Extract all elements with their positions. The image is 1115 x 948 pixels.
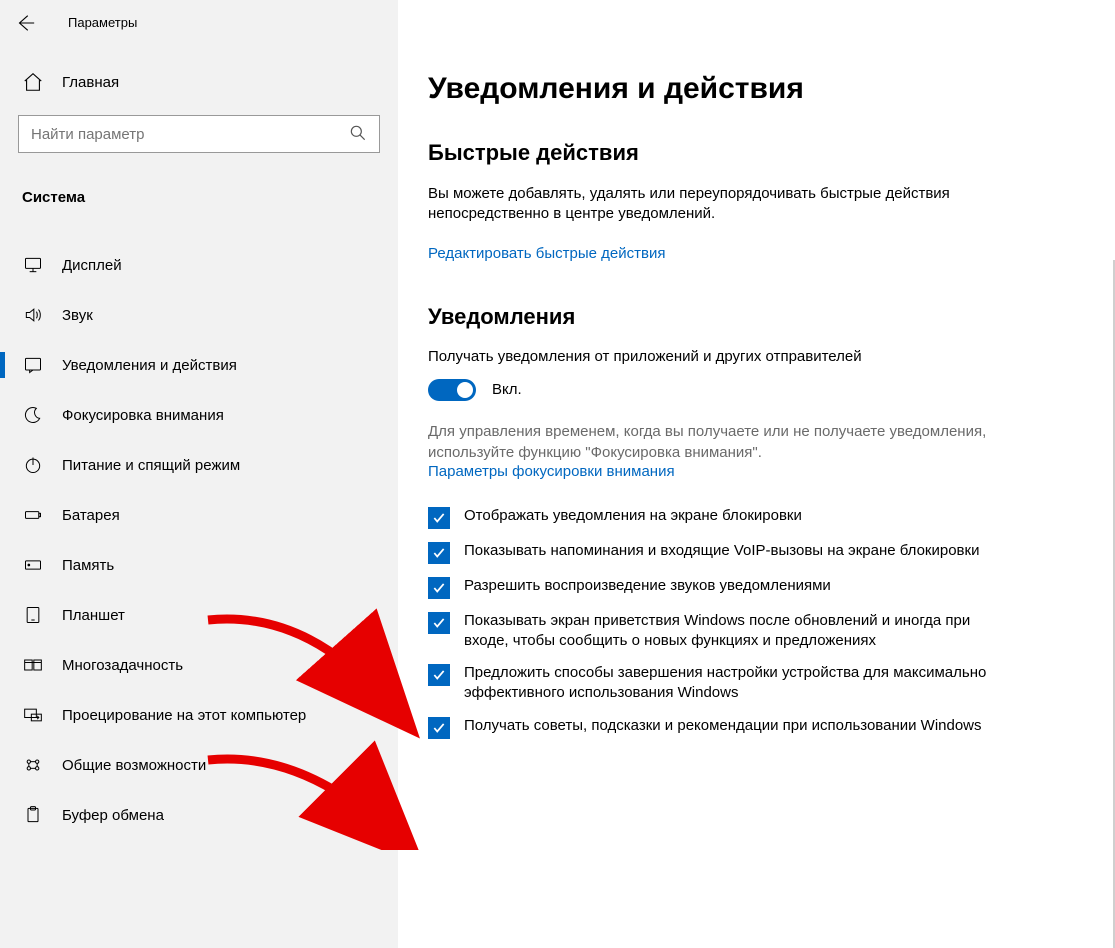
checkbox-label-3: Показывать экран приветствия Windows пос… xyxy=(464,611,988,652)
back-button[interactable] xyxy=(14,12,36,34)
toggle-state-label: Вкл. xyxy=(492,381,522,398)
sidebar-item-project[interactable]: Проецирование на этот компьютер xyxy=(0,690,398,740)
nav-label: Батарея xyxy=(62,507,120,524)
checkbox-label-4: Предложить способы завершения настройки … xyxy=(464,663,988,704)
checkbox-row-2: Разрешить воспроизведение звуков уведомл… xyxy=(428,576,988,599)
sidebar-item-moon[interactable]: Фокусировка внимания xyxy=(0,390,398,440)
sidebar-item-monitor[interactable]: Дисплей xyxy=(0,240,398,290)
section-label: Система xyxy=(22,189,398,206)
storage-icon xyxy=(22,554,44,576)
sidebar-item-sound[interactable]: Звук xyxy=(0,290,398,340)
settings-window: Параметры Главная Система Дисплей Звук Уве… xyxy=(0,0,1115,948)
power-icon xyxy=(22,454,44,476)
header: Параметры xyxy=(0,0,398,45)
search-icon xyxy=(348,123,368,143)
home-icon xyxy=(22,71,44,93)
arrow-left-icon xyxy=(14,12,36,34)
checkbox-label-5: Получать советы, подсказки и рекомендаци… xyxy=(464,716,982,736)
sidebar: Параметры Главная Система Дисплей Звук Уве… xyxy=(0,0,398,948)
monitor-icon xyxy=(22,254,44,276)
shared-icon xyxy=(22,754,44,776)
app-title: Параметры xyxy=(68,15,137,30)
nav-list: Дисплей Звук Уведомления и действия Фокусир… xyxy=(0,240,398,840)
main-content: Уведомления и действия Быстрые действия … xyxy=(398,0,1115,948)
checkbox-label-0: Отображать уведомления на экране блокиро… xyxy=(464,506,802,526)
nav-label: Проецирование на этот компьютер xyxy=(62,707,306,724)
checkbox-3[interactable] xyxy=(428,612,450,634)
sidebar-item-shared[interactable]: Общие возможности xyxy=(0,740,398,790)
toggle-knob xyxy=(457,382,473,398)
checkbox-row-1: Показывать напоминания и входящие VoIP-в… xyxy=(428,541,988,564)
sidebar-item-notification[interactable]: Уведомления и действия xyxy=(0,340,398,390)
clipboard-icon xyxy=(22,804,44,826)
page-title: Уведомления и действия xyxy=(428,72,1085,106)
checkbox-row-0: Отображать уведомления на экране блокиро… xyxy=(428,506,988,529)
nav-label: Общие возможности xyxy=(62,757,206,774)
checkbox-row-4: Предложить способы завершения настройки … xyxy=(428,663,988,704)
nav-label: Фокусировка внимания xyxy=(62,407,224,424)
checkbox-4[interactable] xyxy=(428,664,450,686)
sidebar-item-power[interactable]: Питание и спящий режим xyxy=(0,440,398,490)
home-label: Главная xyxy=(62,74,119,91)
nav-label: Многозадачность xyxy=(62,657,183,674)
nav-label: Дисплей xyxy=(62,257,122,274)
checkbox-row-5: Получать советы, подсказки и рекомендаци… xyxy=(428,716,988,739)
receive-notifications-toggle-row: Вкл. xyxy=(428,379,1085,401)
checkbox-label-1: Показывать напоминания и входящие VoIP-в… xyxy=(464,541,979,561)
home-nav[interactable]: Главная xyxy=(0,63,398,101)
nav-label: Буфер обмена xyxy=(62,807,164,824)
nav-label: Уведомления и действия xyxy=(62,357,237,374)
sidebar-item-tablet[interactable]: Планшет xyxy=(0,590,398,640)
checkbox-5[interactable] xyxy=(428,717,450,739)
checkbox-0[interactable] xyxy=(428,507,450,529)
receive-notifications-toggle[interactable] xyxy=(428,379,476,401)
sidebar-item-clipboard[interactable]: Буфер обмена xyxy=(0,790,398,840)
sidebar-item-multitask[interactable]: Многозадачность xyxy=(0,640,398,690)
battery-icon xyxy=(22,504,44,526)
search-input[interactable] xyxy=(18,115,380,153)
checkbox-label-2: Разрешить воспроизведение звуков уведомл… xyxy=(464,576,831,596)
sidebar-item-battery[interactable]: Батарея xyxy=(0,490,398,540)
sound-icon xyxy=(22,304,44,326)
focus-assist-note: Для управления временем, когда вы получа… xyxy=(428,421,988,463)
focus-assist-link[interactable]: Параметры фокусировки внимания xyxy=(428,463,675,480)
notification-icon xyxy=(22,354,44,376)
sidebar-item-storage[interactable]: Память xyxy=(0,540,398,590)
checkbox-2[interactable] xyxy=(428,577,450,599)
moon-icon xyxy=(22,404,44,426)
nav-label: Память xyxy=(62,557,114,574)
nav-label: Звук xyxy=(62,307,93,324)
notifications-heading: Уведомления xyxy=(428,304,1085,330)
checkbox-row-3: Показывать экран приветствия Windows пос… xyxy=(428,611,988,652)
quick-actions-description: Вы можете добавлять, удалять или переупо… xyxy=(428,184,988,225)
search-row xyxy=(18,115,380,153)
tablet-icon xyxy=(22,604,44,626)
checkbox-1[interactable] xyxy=(428,542,450,564)
edit-quick-actions-link[interactable]: Редактировать быстрые действия xyxy=(428,245,665,262)
project-icon xyxy=(22,704,44,726)
nav-label: Планшет xyxy=(62,607,125,624)
nav-label: Питание и спящий режим xyxy=(62,457,240,474)
quick-actions-heading: Быстрые действия xyxy=(428,140,1085,166)
notification-checkbox-list: Отображать уведомления на экране блокиро… xyxy=(428,506,1085,739)
receive-notifications-label: Получать уведомления от приложений и дру… xyxy=(428,348,1085,365)
multitask-icon xyxy=(22,654,44,676)
